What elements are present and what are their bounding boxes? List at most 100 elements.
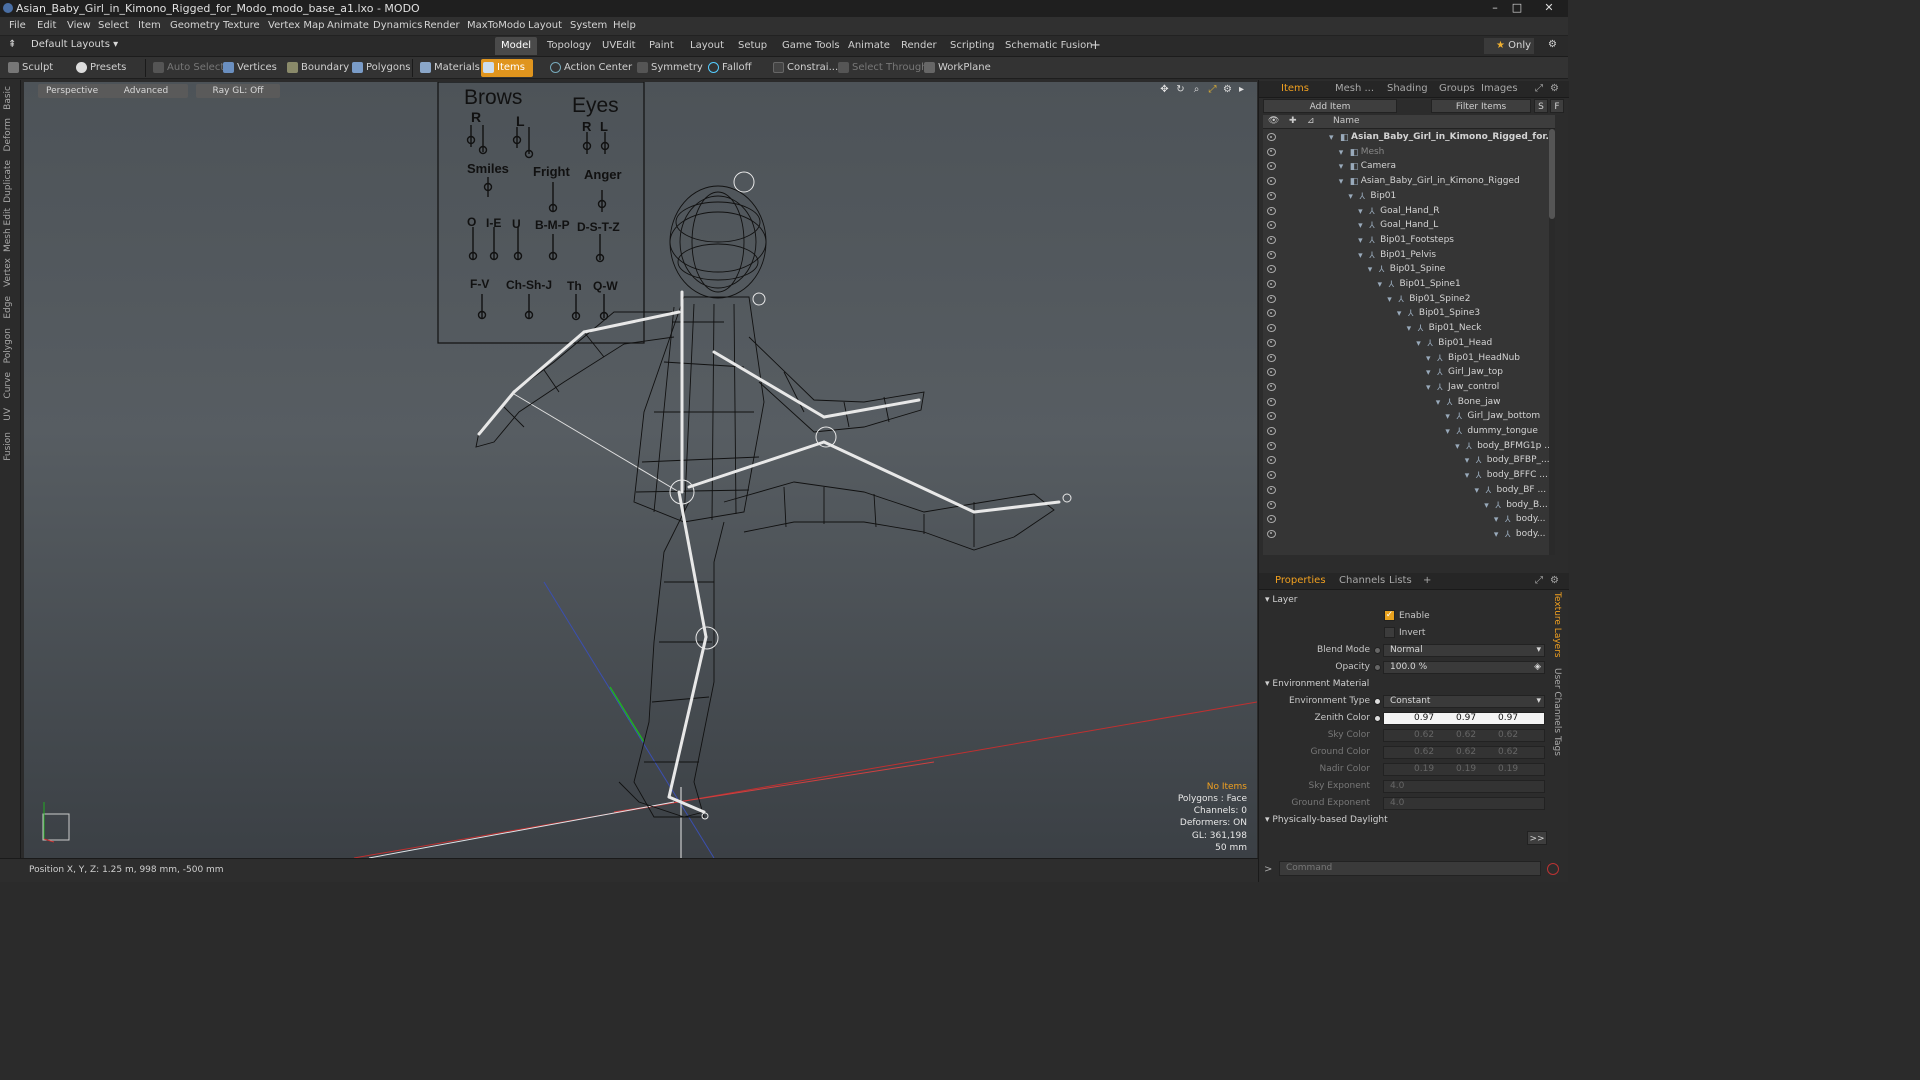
expand-arrow-icon[interactable]: ▾ xyxy=(1358,234,1367,246)
tree-row[interactable]: ▾ ⅄ Girl_Jaw_top xyxy=(1263,365,1555,380)
expand-arrow-icon[interactable]: ▾ xyxy=(1494,528,1503,540)
boundary-button[interactable]: Boundary xyxy=(285,59,349,77)
visibility-eye-icon[interactable] xyxy=(1267,162,1276,171)
menu-help[interactable]: Help xyxy=(613,20,636,31)
tab-topology[interactable]: Topology xyxy=(541,37,597,55)
visibility-eye-icon[interactable] xyxy=(1267,500,1276,509)
tab-model[interactable]: Model xyxy=(495,37,538,55)
expand-arrow-icon[interactable]: ▾ xyxy=(1339,146,1348,158)
vtab-vertex[interactable]: Vertex xyxy=(3,258,13,287)
tree-scrollbar[interactable] xyxy=(1549,129,1555,555)
visibility-eye-icon[interactable] xyxy=(1267,485,1276,494)
expand-properties-icon[interactable]: ⤢ xyxy=(1535,575,1543,586)
vtab-curve[interactable]: Curve xyxy=(3,372,13,399)
menu-file[interactable]: File xyxy=(9,20,26,31)
expand-arrow-icon[interactable]: ▾ xyxy=(1445,425,1454,437)
visibility-eye-icon[interactable] xyxy=(1267,338,1276,347)
tree-row[interactable]: ▾ ◧ Mesh xyxy=(1263,145,1555,160)
vtab-uv[interactable]: UV xyxy=(3,408,13,421)
menu-layout[interactable]: Layout xyxy=(528,20,562,31)
falloff-button[interactable]: Falloff xyxy=(706,59,752,77)
expand-arrow-icon[interactable]: ▾ xyxy=(1426,381,1435,393)
tree-row[interactable]: ▾ ⅄ dummy_tongue xyxy=(1263,424,1555,439)
visibility-eye-icon[interactable] xyxy=(1267,294,1276,303)
action-center-button[interactable]: Action Center xyxy=(548,59,632,77)
tree-row[interactable]: ▾ ⅄ Goal_Hand_R xyxy=(1263,204,1555,219)
properties-settings-icon[interactable]: ⚙ xyxy=(1550,575,1559,586)
vtab-fusion[interactable]: Fusion xyxy=(3,432,13,461)
visibility-eye-icon[interactable] xyxy=(1267,221,1276,230)
visibility-eye-icon[interactable] xyxy=(1267,280,1276,288)
sculpt-button[interactable]: Sculpt xyxy=(6,59,53,77)
visibility-eye-icon[interactable] xyxy=(1267,250,1276,259)
visibility-eye-icon[interactable] xyxy=(1267,353,1276,362)
items-button[interactable]: Items xyxy=(481,59,533,77)
constraints-button[interactable]: Constrai... xyxy=(771,59,838,77)
default-layouts-dropdown[interactable]: Default Layouts ▾ xyxy=(31,39,118,50)
tree-row[interactable]: ▾ ◧ Camera xyxy=(1263,159,1555,174)
menu-item[interactable]: Item xyxy=(138,20,161,31)
vtab-duplicate[interactable]: Duplicate xyxy=(3,160,13,203)
visibility-eye-icon[interactable] xyxy=(1267,397,1276,406)
tree-row[interactable]: ▾ ⅄ Bip01_Spine xyxy=(1263,262,1555,277)
command-input[interactable]: Command xyxy=(1279,861,1541,876)
zenith-color-input[interactable]: 0.97 0.97 0.97 xyxy=(1383,712,1545,725)
menu-select[interactable]: Select xyxy=(98,20,129,31)
only-toggle[interactable]: ★ Only xyxy=(1484,38,1534,54)
expand-arrow-icon[interactable]: ▾ xyxy=(1494,513,1503,525)
vtab-basic[interactable]: Basic xyxy=(3,86,13,110)
tree-row[interactable]: ▾ ⅄ Girl_Jaw_bottom xyxy=(1263,409,1555,424)
add-properties-tab[interactable]: + xyxy=(1423,575,1431,586)
opacity-input[interactable]: 100.0 % ◈ xyxy=(1383,661,1545,674)
expand-arrow-icon[interactable]: ▾ xyxy=(1445,410,1454,422)
tree-row[interactable]: ▾ ⅄ Bip01 xyxy=(1263,189,1555,204)
expand-arrow-icon[interactable]: ▾ xyxy=(1348,190,1357,202)
expand-arrow-icon[interactable]: ▾ xyxy=(1397,307,1406,319)
environment-section-header[interactable]: ▾ Environment Material xyxy=(1265,679,1369,689)
menu-render[interactable]: Render xyxy=(424,20,460,31)
tab-paint[interactable]: Paint xyxy=(643,37,680,55)
menu-vertex-map[interactable]: Vertex Map xyxy=(268,20,324,31)
visibility-eye-icon[interactable] xyxy=(1267,441,1276,450)
expand-arrow-icon[interactable]: ▾ xyxy=(1426,366,1435,378)
zenith-color-keyframe-dot[interactable] xyxy=(1374,715,1381,722)
maximize-button[interactable]: □ xyxy=(1506,0,1528,17)
tab-shading[interactable]: Shading xyxy=(1387,83,1428,94)
nadir-color-input[interactable]: 0.19 0.19 0.19 xyxy=(1383,763,1545,776)
add-item-dropdown[interactable]: Add Item xyxy=(1263,99,1397,113)
visibility-eye-icon[interactable] xyxy=(1267,147,1276,156)
add-tab-button[interactable]: + xyxy=(1084,37,1107,55)
expand-arrow-icon[interactable]: ▾ xyxy=(1358,219,1367,231)
menu-animate[interactable]: Animate xyxy=(327,20,369,31)
visibility-eye-icon[interactable] xyxy=(1267,177,1276,186)
tree-row[interactable]: ▾ ⅄ body... xyxy=(1263,527,1555,542)
name-column-header[interactable]: Name xyxy=(1333,116,1360,126)
tab-animate[interactable]: Animate xyxy=(842,37,896,55)
tab-scripting[interactable]: Scripting xyxy=(944,37,1000,55)
side-tab-texture-layers[interactable]: Texture Layers xyxy=(1552,592,1562,658)
tree-row[interactable]: ▾ ⅄ body_BFFC ... xyxy=(1263,468,1555,483)
blend-mode-keyframe-dot[interactable] xyxy=(1374,647,1381,654)
expand-arrow-icon[interactable]: ▾ xyxy=(1368,263,1377,275)
expand-arrow-icon[interactable]: ▾ xyxy=(1358,249,1367,261)
more-properties-button[interactable]: >> xyxy=(1527,831,1547,845)
enable-checkbox[interactable]: ✓ xyxy=(1384,610,1395,621)
ground-exponent-input[interactable]: 4.0 xyxy=(1383,797,1545,810)
visibility-eye-icon[interactable] xyxy=(1267,456,1276,465)
blend-mode-select[interactable]: Normal ▾ xyxy=(1383,644,1545,657)
tree-row[interactable]: ▾ ⅄ Goal_Hand_L xyxy=(1263,218,1555,233)
3d-viewport[interactable]: Perspective Advanced Ray GL: Off ✥ ↻ ⌕ ⤢… xyxy=(24,82,1257,858)
tree-row[interactable]: ▾ ⅄ body_BF ... xyxy=(1263,483,1555,498)
symmetry-button[interactable]: Symmetry xyxy=(635,59,703,77)
tree-row[interactable]: ▾ ⅄ Bip01_Spine2 xyxy=(1263,292,1555,307)
visibility-eye-icon[interactable] xyxy=(1267,133,1276,141)
daylight-section-header[interactable]: ▾ Physically-based Daylight xyxy=(1265,815,1388,825)
side-tab-tags[interactable]: Tags xyxy=(1552,736,1562,756)
command-record-icon[interactable] xyxy=(1547,863,1559,875)
vertices-button[interactable]: Vertices 1 xyxy=(221,59,292,77)
tree-row[interactable]: ▾ ⅄ Bip01_Head xyxy=(1263,336,1555,351)
menu-maxtomodo[interactable]: MaxToModo xyxy=(467,20,525,31)
expand-arrow-icon[interactable]: ▾ xyxy=(1407,322,1416,334)
visibility-eye-icon[interactable] xyxy=(1267,191,1276,200)
visibility-eye-icon[interactable] xyxy=(1267,471,1276,480)
